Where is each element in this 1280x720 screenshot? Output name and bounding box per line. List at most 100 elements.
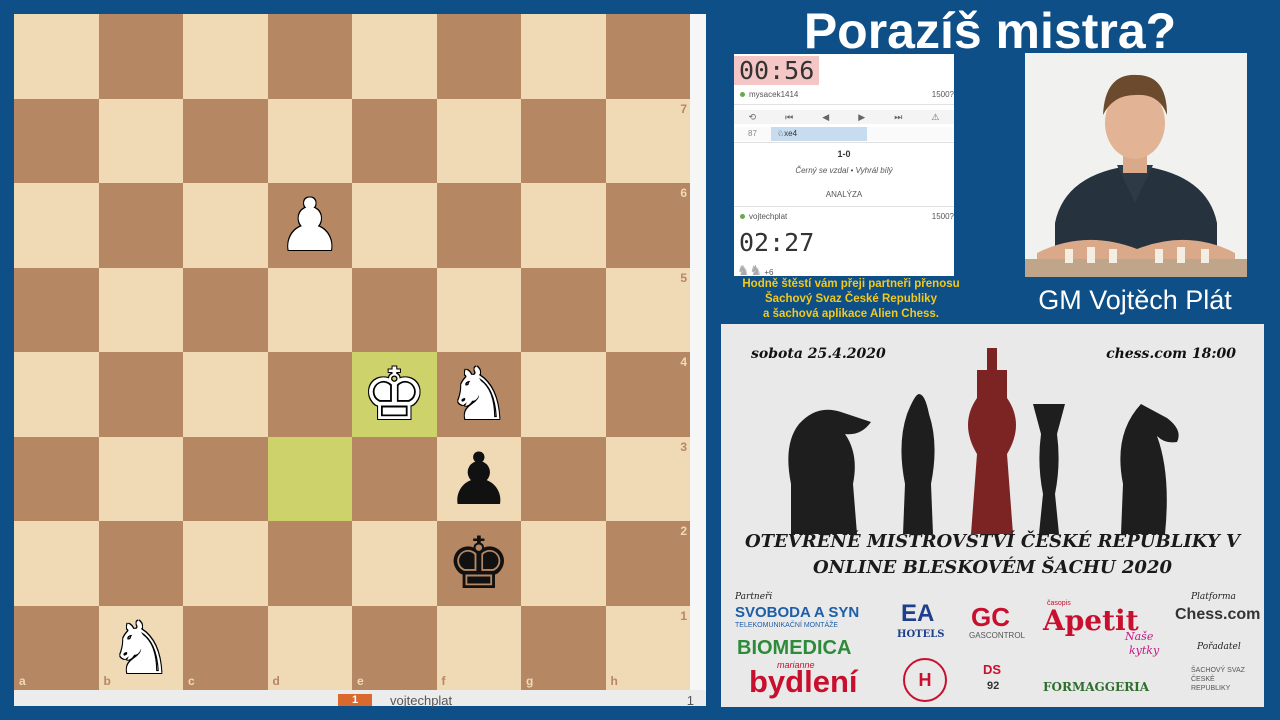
bottom-player-name[interactable]: vojtechplat — [749, 212, 787, 221]
next-move-icon[interactable]: ▶ — [858, 112, 865, 123]
analysis-button[interactable]: ANALÝZA — [734, 190, 954, 199]
square-a8[interactable] — [14, 14, 99, 99]
square-h2[interactable]: 2 — [605, 521, 690, 606]
square-g2[interactable] — [521, 521, 606, 606]
chessboard-area: 7 ♟ 6 5 ♚ ♞ 4 ♟ 3 ♚ 2 a b ♞ c d e f g 1 h 1 vojtechplat 1 — [14, 14, 706, 708]
bottom-player-row: vojtechplat 1500? — [734, 212, 960, 221]
rank-label: 1 — [680, 608, 687, 623]
ds92-logo-sub: 92 — [987, 680, 1000, 692]
black-king-icon[interactable]: ♚ — [437, 521, 522, 606]
square-h7[interactable]: 7 — [605, 98, 690, 183]
move-san[interactable]: ♘xe4 — [771, 127, 867, 141]
square-g7[interactable] — [521, 98, 606, 183]
square-f8[interactable] — [436, 14, 521, 99]
file-label: e — [357, 674, 364, 688]
square-a3[interactable] — [14, 436, 99, 521]
square-e7[interactable] — [352, 98, 437, 183]
white-knight-icon[interactable]: ♞ — [437, 352, 522, 437]
square-f3[interactable]: ♟ — [436, 436, 522, 522]
square-h3[interactable]: 3 — [605, 436, 690, 521]
square-d5[interactable] — [267, 267, 352, 352]
square-b7[interactable] — [98, 98, 183, 183]
square-f2[interactable]: ♚ — [436, 521, 522, 606]
square-e5[interactable] — [352, 267, 437, 352]
square-a7[interactable] — [14, 98, 99, 183]
last-move-icon[interactable]: ⏭ — [894, 112, 902, 123]
rank-label: 4 — [680, 355, 687, 369]
square-e2[interactable] — [352, 521, 437, 606]
square-h8[interactable] — [605, 14, 690, 99]
square-c8[interactable] — [183, 14, 268, 99]
chesscom-logo: Chess.com — [1175, 606, 1261, 623]
square-d2[interactable] — [267, 521, 352, 606]
square-g1[interactable]: g — [521, 605, 606, 690]
ea-hotels-logo: EA — [901, 600, 935, 627]
top-player-name[interactable]: mysacek1414 — [749, 90, 798, 99]
square-d7[interactable] — [267, 98, 352, 183]
square-e8[interactable] — [352, 14, 437, 99]
square-c3[interactable] — [183, 436, 268, 521]
square-h6[interactable]: 6 — [605, 183, 690, 268]
square-b8[interactable] — [98, 14, 183, 99]
square-g6[interactable] — [521, 183, 606, 268]
square-g3[interactable] — [521, 436, 606, 521]
square-c1[interactable]: c — [183, 605, 268, 690]
white-king-icon[interactable]: ♚ — [352, 352, 437, 437]
event-title: OTEVŘENÉ MISTROVSTVÍ ČESKÉ REPUBLIKY V O… — [721, 529, 1264, 581]
square-a5[interactable] — [14, 267, 99, 352]
white-pawn-icon[interactable]: ♟ — [268, 183, 353, 268]
black-pawn-icon[interactable]: ♟ — [437, 437, 522, 522]
square-c7[interactable] — [183, 98, 268, 183]
square-d3[interactable] — [267, 436, 352, 521]
square-b6[interactable] — [98, 183, 183, 268]
square-e4[interactable]: ♚ — [352, 352, 437, 437]
first-move-icon[interactable]: ⏮ — [785, 112, 793, 123]
square-f1[interactable]: f — [436, 605, 521, 690]
square-c2[interactable] — [183, 521, 268, 606]
square-b5[interactable] — [98, 267, 183, 352]
square-a1[interactable]: a — [14, 605, 99, 690]
square-c6[interactable] — [183, 183, 268, 268]
square-h4[interactable]: 4 — [605, 352, 690, 437]
square-a6[interactable] — [14, 183, 99, 268]
square-e3[interactable] — [352, 436, 437, 521]
hotel-seal-logo: H — [903, 658, 947, 702]
square-a2[interactable] — [14, 521, 99, 606]
square-d4[interactable] — [267, 352, 352, 437]
result-reason: Černý se vzdal • Vyhrál bílý — [795, 166, 893, 175]
gascontrol-logo: GC — [971, 602, 1010, 632]
square-b4[interactable] — [98, 352, 183, 437]
square-f5[interactable] — [436, 267, 521, 352]
gm-name: GM Vojtěch Plát — [1038, 285, 1232, 315]
square-e6[interactable] — [352, 183, 437, 268]
file-label: c — [188, 674, 195, 688]
square-a4[interactable] — [14, 352, 99, 437]
square-h5[interactable]: 5 — [605, 267, 690, 352]
square-d8[interactable] — [267, 14, 352, 99]
square-f4[interactable]: ♞ — [436, 352, 522, 437]
square-f7[interactable] — [436, 98, 521, 183]
chessboard[interactable]: 7 ♟ 6 5 ♚ ♞ 4 ♟ 3 ♚ 2 a b ♞ c d e f g 1 h — [14, 14, 690, 690]
square-g5[interactable] — [521, 267, 606, 352]
square-e1[interactable]: e — [352, 605, 437, 690]
square-g4[interactable] — [521, 352, 606, 437]
square-h1[interactable]: 1h — [605, 605, 690, 690]
square-c4[interactable] — [183, 352, 268, 437]
square-c5[interactable] — [183, 267, 268, 352]
flip-board-icon[interactable]: ⟲ — [749, 112, 757, 123]
square-f6[interactable] — [436, 183, 521, 268]
square-b2[interactable] — [98, 521, 183, 606]
square-d1[interactable]: d — [267, 605, 352, 690]
ea-hotels-logo-sub: HOTELS — [897, 629, 945, 640]
file-label: a — [19, 674, 26, 688]
report-icon[interactable]: ⚠ — [931, 112, 939, 123]
gascontrol-logo-sub: GASCONTROL — [969, 631, 1026, 640]
square-g8[interactable] — [521, 14, 606, 99]
white-knight-icon[interactable]: ♞ — [99, 606, 184, 691]
previous-move-icon[interactable]: ◀ — [822, 112, 829, 123]
move-list: 87 ♘xe4 — [734, 127, 954, 141]
square-b3[interactable] — [98, 436, 183, 521]
square-d6[interactable]: ♟ — [267, 183, 353, 268]
square-b1[interactable]: b ♞ — [98, 605, 184, 691]
material-advantage: +6 — [764, 268, 774, 277]
